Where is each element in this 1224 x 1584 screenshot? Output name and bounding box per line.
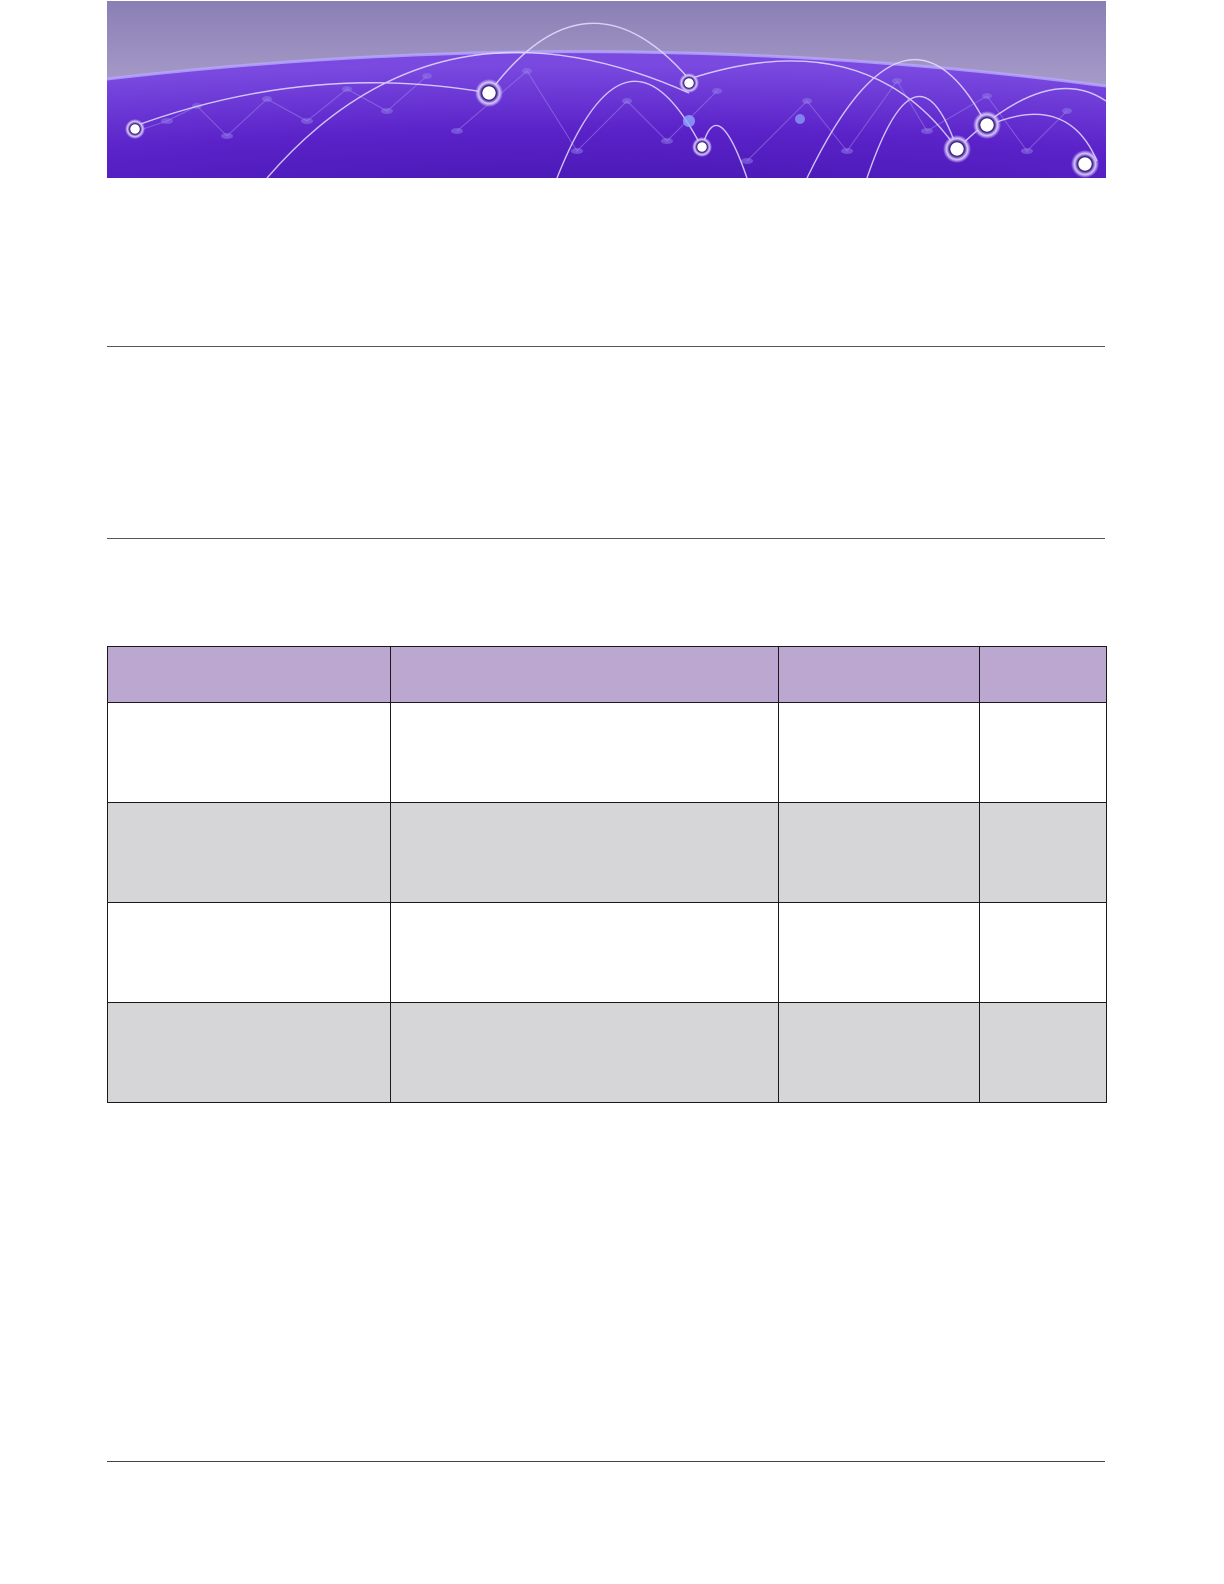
table-cell xyxy=(390,702,779,803)
table-header-cell xyxy=(107,646,391,703)
table-header-cell xyxy=(390,646,779,703)
table-row xyxy=(107,802,1107,903)
network-globe-banner xyxy=(107,1,1106,178)
table-cell xyxy=(778,802,980,903)
table-row xyxy=(107,702,1107,803)
table-cell xyxy=(778,702,980,803)
table-header-cell xyxy=(979,646,1107,703)
table-cell xyxy=(107,902,391,1003)
table-row xyxy=(107,1002,1107,1103)
table-cell xyxy=(979,1002,1107,1103)
top-divider xyxy=(107,346,1105,347)
table-cell xyxy=(390,802,779,903)
table-cell xyxy=(107,702,391,803)
table-cell xyxy=(778,902,980,1003)
table-cell xyxy=(390,1002,779,1103)
table-cell xyxy=(979,802,1107,903)
data-table xyxy=(107,646,1107,1103)
footer-divider xyxy=(107,1461,1105,1462)
table-header-cell xyxy=(778,646,980,703)
middle-divider xyxy=(107,538,1105,539)
table-header-row xyxy=(107,646,1107,703)
table-cell xyxy=(107,1002,391,1103)
table-row xyxy=(107,902,1107,1003)
table-cell xyxy=(778,1002,980,1103)
network-globe-icon xyxy=(107,1,1106,178)
table-cell xyxy=(390,902,779,1003)
table-cell xyxy=(979,902,1107,1003)
table-cell xyxy=(107,802,391,903)
table-cell xyxy=(979,702,1107,803)
